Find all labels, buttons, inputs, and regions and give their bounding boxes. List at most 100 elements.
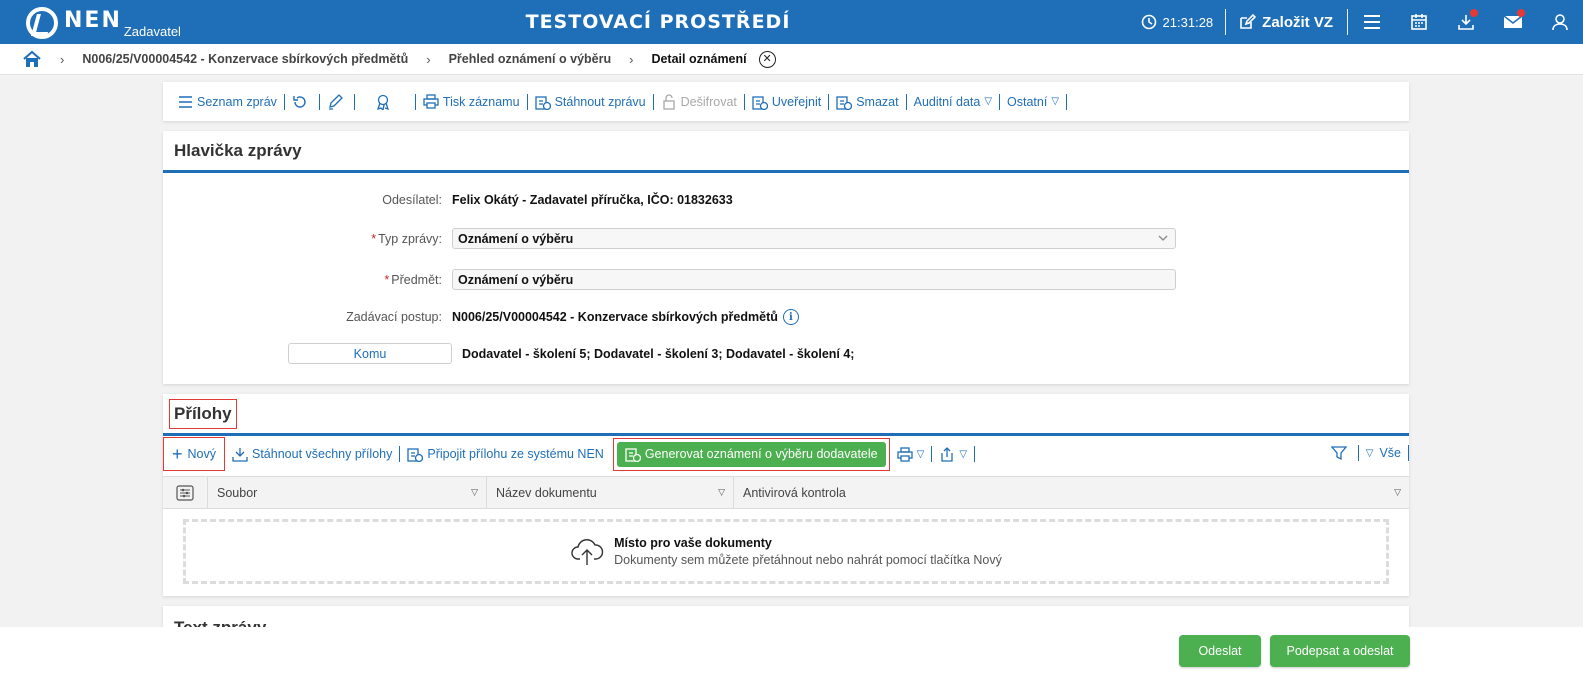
breadcrumb-overview[interactable]: Přehled oznámení o výběru bbox=[449, 52, 612, 66]
message-type-value: Oznámení o výběru bbox=[458, 231, 574, 246]
column-antivirus[interactable]: Antivirová kontrola ▽ bbox=[734, 477, 1409, 508]
create-tender-button[interactable]: Založit VZ bbox=[1238, 13, 1333, 31]
column-file-label: Soubor bbox=[217, 485, 258, 500]
decrypt-button[interactable]: Dešifrovat bbox=[654, 93, 744, 111]
refresh-button[interactable] bbox=[285, 93, 319, 111]
share-icon bbox=[941, 447, 953, 462]
breadcrumb-separator: › bbox=[60, 51, 65, 67]
clock-icon bbox=[1141, 14, 1156, 30]
attachments-grid-header: Soubor ▽ Název dokumentu ▽ Antivirová ko… bbox=[163, 476, 1409, 509]
file-drop-zone[interactable]: Místo pro vaše dokumenty Dokumenty sem m… bbox=[183, 519, 1389, 584]
dropdown-triangle-icon: ▽ bbox=[959, 448, 968, 460]
section-title: Hlavička zprávy bbox=[163, 131, 1409, 173]
attachments-section: Přílohy + Nový Stáhnout všechny přílohy … bbox=[163, 394, 1409, 596]
print-record-button[interactable]: Tisk záznamu bbox=[416, 93, 527, 111]
lock-icon bbox=[662, 93, 675, 110]
refresh-icon bbox=[293, 95, 306, 108]
column-settings-button[interactable] bbox=[163, 477, 208, 508]
close-icon[interactable]: ✕ bbox=[758, 50, 776, 68]
create-tender-label: Založit VZ bbox=[1262, 13, 1333, 31]
plus-icon: + bbox=[172, 444, 183, 464]
view-all-dropdown[interactable]: ▽ Vše bbox=[1359, 444, 1408, 462]
breadcrumb: › N006/25/V00004542 - Konzervace sbírkov… bbox=[0, 44, 1583, 75]
user-button[interactable] bbox=[1536, 0, 1583, 44]
filter-icon bbox=[1330, 446, 1347, 461]
attachments-title: Přílohy bbox=[169, 398, 237, 429]
messages-button[interactable] bbox=[1489, 0, 1536, 44]
delete-label: Smazat bbox=[856, 94, 899, 109]
attach-from-system-label: Připojit přílohu ze systému NEN bbox=[427, 447, 604, 461]
delete-button[interactable]: Smazat bbox=[829, 93, 905, 111]
message-list-button[interactable]: Seznam zpráv bbox=[171, 93, 284, 111]
document-publish-icon bbox=[752, 95, 768, 110]
download-message-button[interactable]: Stáhnout zprávu bbox=[528, 93, 653, 111]
award-icon bbox=[376, 94, 389, 110]
sort-triangle-icon: ▽ bbox=[471, 487, 478, 497]
top-bar: NEN Zadavatel TESTOVACÍ PROSTŘEDÍ 21:31:… bbox=[0, 0, 1583, 44]
export-dropdown[interactable]: ▽ bbox=[932, 445, 974, 463]
message-type-select[interactable]: Oznámení o výběru bbox=[452, 228, 1176, 249]
download-all-button[interactable]: Stáhnout všechny přílohy bbox=[225, 445, 399, 463]
new-attachment-label: Nový bbox=[187, 447, 216, 461]
document-delete-icon bbox=[836, 95, 853, 110]
calendar-button[interactable] bbox=[1395, 0, 1442, 44]
download-icon bbox=[232, 448, 248, 462]
print-record-label: Tisk záznamu bbox=[442, 94, 520, 109]
generate-notice-label: Generovat oznámení o výběru dodavatele bbox=[644, 447, 878, 461]
document-attach-icon bbox=[407, 448, 424, 462]
attachments-toolbar: + Nový Stáhnout všechny přílohy Připojit… bbox=[163, 437, 1409, 471]
subject-label: Předmět: bbox=[391, 272, 442, 287]
filter-button[interactable] bbox=[1324, 444, 1358, 462]
print-dropdown[interactable]: ▽ bbox=[890, 445, 932, 463]
column-document-name[interactable]: Název dokumentu ▽ bbox=[487, 477, 734, 508]
download-message-label: Stáhnout zprávu bbox=[554, 94, 646, 109]
print-icon bbox=[423, 94, 439, 109]
audit-data-label: Auditní data bbox=[913, 94, 981, 109]
procedure-label: Zadávací postup: bbox=[346, 310, 442, 324]
session-clock: 21:31:28 bbox=[1141, 14, 1213, 30]
attach-from-system-button[interactable]: Připojit přílohu ze systému NEN bbox=[400, 445, 610, 463]
list-icon bbox=[179, 95, 192, 108]
other-label: Ostatní bbox=[1007, 94, 1048, 109]
document-download-icon bbox=[534, 95, 551, 110]
menu-button[interactable] bbox=[1348, 0, 1395, 44]
required-mark: * bbox=[371, 231, 377, 246]
breadcrumb-separator: › bbox=[426, 51, 431, 67]
sort-triangle-icon: ▽ bbox=[1394, 487, 1401, 497]
send-button[interactable]: Odeslat bbox=[1179, 635, 1261, 667]
home-icon[interactable] bbox=[22, 50, 42, 68]
other-dropdown[interactable]: Ostatní ▽ bbox=[1000, 93, 1066, 111]
certificate-button[interactable] bbox=[355, 93, 415, 111]
recipients-button[interactable]: Komu bbox=[288, 343, 452, 364]
column-file[interactable]: Soubor ▽ bbox=[208, 477, 487, 508]
document-generate-icon bbox=[625, 448, 641, 462]
type-label: Typ zprávy: bbox=[378, 231, 442, 246]
breadcrumb-separator: › bbox=[629, 51, 634, 67]
audit-data-dropdown[interactable]: Auditní data ▽ bbox=[907, 93, 999, 111]
sort-triangle-icon: ▽ bbox=[718, 487, 725, 497]
generate-notice-button[interactable]: Generovat oznámení o výběru dodavatele bbox=[616, 441, 886, 467]
message-header-section: Hlavička zprávy Odesílatel: Felix Okátý … bbox=[163, 131, 1409, 384]
view-all-label: Vše bbox=[1379, 446, 1401, 460]
info-icon[interactable]: i bbox=[782, 309, 799, 325]
dropdown-triangle-icon: ▽ bbox=[916, 448, 925, 460]
sender-value: Felix Okátý - Zadavatel příručka, IČO: 0… bbox=[452, 193, 733, 207]
download-all-label: Stáhnout všechny přílohy bbox=[252, 447, 393, 461]
settings-sliders-icon bbox=[176, 484, 194, 501]
print-icon bbox=[896, 446, 913, 462]
subject-value: Oznámení o výběru bbox=[458, 272, 574, 287]
decrypt-label: Dešifrovat bbox=[680, 94, 737, 109]
subject-input[interactable]: Oznámení o výběru bbox=[452, 269, 1176, 290]
publish-button[interactable]: Uveřejnit bbox=[745, 93, 828, 111]
edit-icon bbox=[1240, 13, 1257, 29]
column-document-name-label: Název dokumentu bbox=[496, 485, 597, 500]
notification-dot bbox=[1517, 9, 1525, 17]
sign-and-send-button[interactable]: Podepsat a odeslat bbox=[1270, 635, 1410, 667]
edit-button[interactable] bbox=[320, 93, 354, 111]
new-attachment-button[interactable]: + Nový bbox=[163, 437, 225, 471]
message-list-label: Seznam zpráv bbox=[197, 94, 277, 109]
downloads-button[interactable] bbox=[1442, 0, 1489, 44]
breadcrumb-procedure[interactable]: N006/25/V00004542 - Konzervace sbírkovýc… bbox=[82, 52, 408, 66]
action-bar: Odeslat Podepsat a odeslat bbox=[0, 627, 1583, 680]
pencil-icon bbox=[328, 93, 343, 110]
